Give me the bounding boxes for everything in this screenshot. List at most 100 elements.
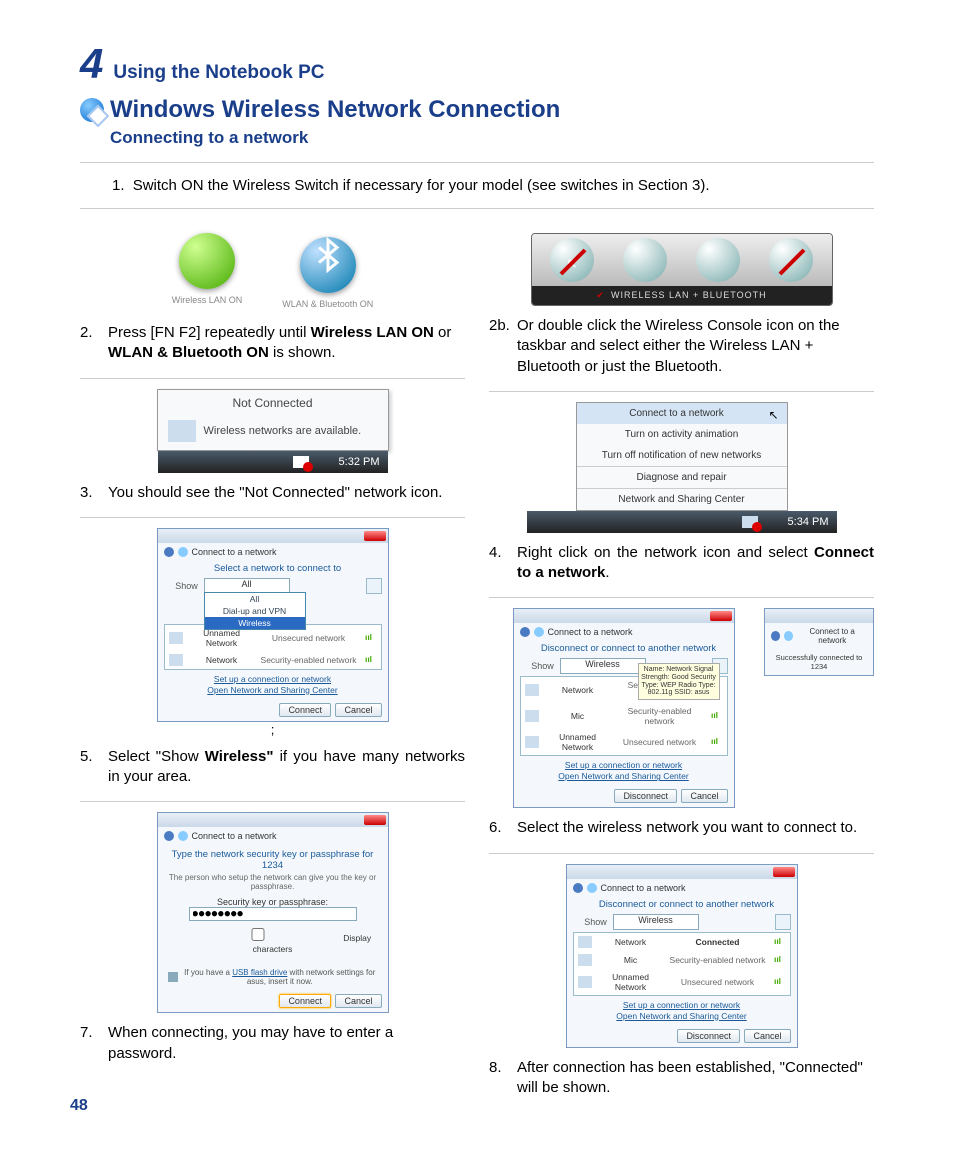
cancel-button[interactable]: Cancel (681, 789, 727, 803)
dropdown-option[interactable]: Dial-up and VPN (205, 605, 305, 617)
cursor-icon: ↖ (768, 408, 778, 422)
dialog-link[interactable]: Set up a connection or network (522, 760, 726, 770)
menu-item[interactable]: Network and Sharing Center (577, 489, 787, 510)
wlan-bluetooth-on-icon (300, 237, 356, 293)
menu-item[interactable]: Turn on activity animation (577, 424, 787, 445)
disconnect-button[interactable]: Disconnect (677, 1029, 740, 1043)
globe-small-icon (534, 627, 544, 637)
cancel-button[interactable]: Cancel (335, 703, 381, 717)
close-icon[interactable] (710, 611, 732, 621)
step-number: 2b. (489, 316, 513, 377)
usb-link[interactable]: USB flash drive (232, 968, 287, 977)
display-chars-checkbox[interactable] (178, 928, 338, 941)
dialog-title: Connect to a network (192, 831, 277, 841)
wireless-lan-on-icon (179, 233, 235, 289)
success-text: Successfully connected to 1234 (771, 653, 867, 671)
dialog-link[interactable]: Open Network and Sharing Center (575, 1011, 789, 1021)
step-number: 5. (80, 747, 104, 788)
svg-text:↖: ↖ (566, 255, 578, 271)
show-dropdown[interactable]: Wireless (613, 914, 699, 930)
back-icon[interactable] (164, 547, 174, 557)
back-icon[interactable] (164, 831, 174, 841)
radio-option-icon[interactable] (769, 238, 813, 282)
network-tray-icon[interactable] (742, 516, 758, 528)
bar-label: WIRELESS LAN + BLUETOOTH (611, 290, 767, 300)
menu-item[interactable]: Diagnose and repair (577, 467, 787, 488)
dialog-link[interactable]: Set up a connection or network (166, 674, 380, 684)
network-small-icon (168, 420, 196, 442)
dialog-link[interactable]: Set up a connection or network (575, 1000, 789, 1010)
dropdown-option[interactable]: All (205, 593, 305, 605)
tooltip-body: Wireless networks are available. (204, 425, 362, 437)
signal-icon: ııl (770, 954, 786, 966)
globe-small-icon (178, 547, 188, 557)
globe-small-icon (178, 831, 188, 841)
network-type-icon (578, 936, 592, 948)
signal-icon: ııl (707, 736, 723, 748)
network-type-icon (525, 684, 539, 696)
passkey-dialog: Connect to a network Type the network se… (157, 812, 389, 1013)
radio-option-icon[interactable]: ↖ (550, 238, 594, 282)
close-icon[interactable] (773, 867, 795, 877)
tooltip-title: Not Connected (158, 390, 388, 416)
radio-option-icon[interactable] (623, 238, 667, 282)
dialog-subtitle: Disconnect or connect to another network (583, 899, 791, 910)
cancel-button[interactable]: Cancel (744, 1029, 790, 1043)
dialog-title: Connect to a network (548, 627, 633, 637)
step-text: Select "Show Wireless" if you have many … (108, 747, 465, 788)
network-tray-icon[interactable] (293, 456, 309, 468)
step-text: Press [FN F2] repeatedly until Wireless … (108, 323, 465, 364)
show-label: Show (579, 917, 613, 927)
step-text: Or double click the Wireless Console ico… (517, 316, 874, 377)
network-tooltip: Name: Network Signal Strength: Good Secu… (638, 663, 720, 700)
signal-icon: ııl (707, 710, 723, 722)
connect-button[interactable]: Connect (279, 994, 331, 1008)
cancel-button[interactable]: Cancel (335, 994, 381, 1008)
step-number: 6. (489, 818, 513, 838)
back-icon[interactable] (520, 627, 530, 637)
connect-dialog: Connect to a network Select a network to… (157, 528, 389, 722)
globe-small-icon (587, 883, 597, 893)
refresh-icon[interactable] (775, 914, 791, 930)
network-row[interactable]: MicSecurity-enabled networkııl (521, 703, 727, 729)
signal-icon: ııl (361, 654, 377, 666)
disconnect-button[interactable]: Disconnect (614, 789, 677, 803)
dropdown-option[interactable]: Wireless (205, 617, 305, 629)
page-subtitle: Connecting to a network (110, 128, 874, 148)
back-icon[interactable] (573, 883, 583, 893)
close-icon[interactable] (364, 531, 386, 541)
network-row[interactable]: Unnamed NetworkUnsecured networkııl (521, 729, 727, 755)
field-label: Security key or passphrase: (168, 897, 378, 907)
refresh-icon[interactable] (366, 578, 382, 594)
dialog-link[interactable]: Open Network and Sharing Center (166, 685, 380, 695)
menu-item[interactable]: Connect to a network↖ (577, 403, 787, 424)
connect-dialog: Connect to a network Disconnect or conne… (566, 864, 798, 1048)
dialog-link[interactable]: Open Network and Sharing Center (522, 771, 726, 781)
context-menu: Connect to a network↖ Turn on activity a… (576, 402, 788, 511)
dialog-title: Connect to a network (797, 627, 867, 645)
step-text: Switch ON the Wireless Switch if necessa… (133, 177, 710, 194)
dialog-title: Connect to a network (601, 883, 686, 893)
orb-label: WLAN & Bluetooth ON (282, 299, 373, 309)
network-row[interactable]: NetworkSecurity-enabled networkııl (165, 651, 381, 669)
network-row[interactable]: MicSecurity-enabled networkııl (574, 951, 790, 969)
network-row[interactable]: NetworkConnectedııl (574, 933, 790, 951)
step-number: 2. (80, 323, 104, 364)
close-icon[interactable] (364, 815, 386, 825)
connect-button[interactable]: Connect (279, 703, 331, 717)
back-icon (771, 631, 780, 641)
step-number: 7. (80, 1023, 104, 1064)
show-dropdown[interactable]: Wireless (560, 658, 646, 674)
signal-icon: ııl (361, 632, 377, 644)
menu-item[interactable]: Turn off notification of new networks (577, 445, 787, 466)
taskbar: 5:32 PM (158, 451, 388, 473)
step-number: 4. (489, 543, 513, 584)
step-number: 1. (112, 177, 125, 194)
page-title: Windows Wireless Network Connection (110, 96, 560, 124)
passphrase-input[interactable] (189, 907, 357, 921)
network-row[interactable]: Unnamed NetworkUnsecured networkııl (574, 969, 790, 995)
chapter-label: Using the Notebook PC (113, 62, 324, 84)
network-type-icon (525, 736, 539, 748)
dialog-heading: Type the network security key or passphr… (168, 849, 378, 871)
radio-option-icon[interactable] (696, 238, 740, 282)
